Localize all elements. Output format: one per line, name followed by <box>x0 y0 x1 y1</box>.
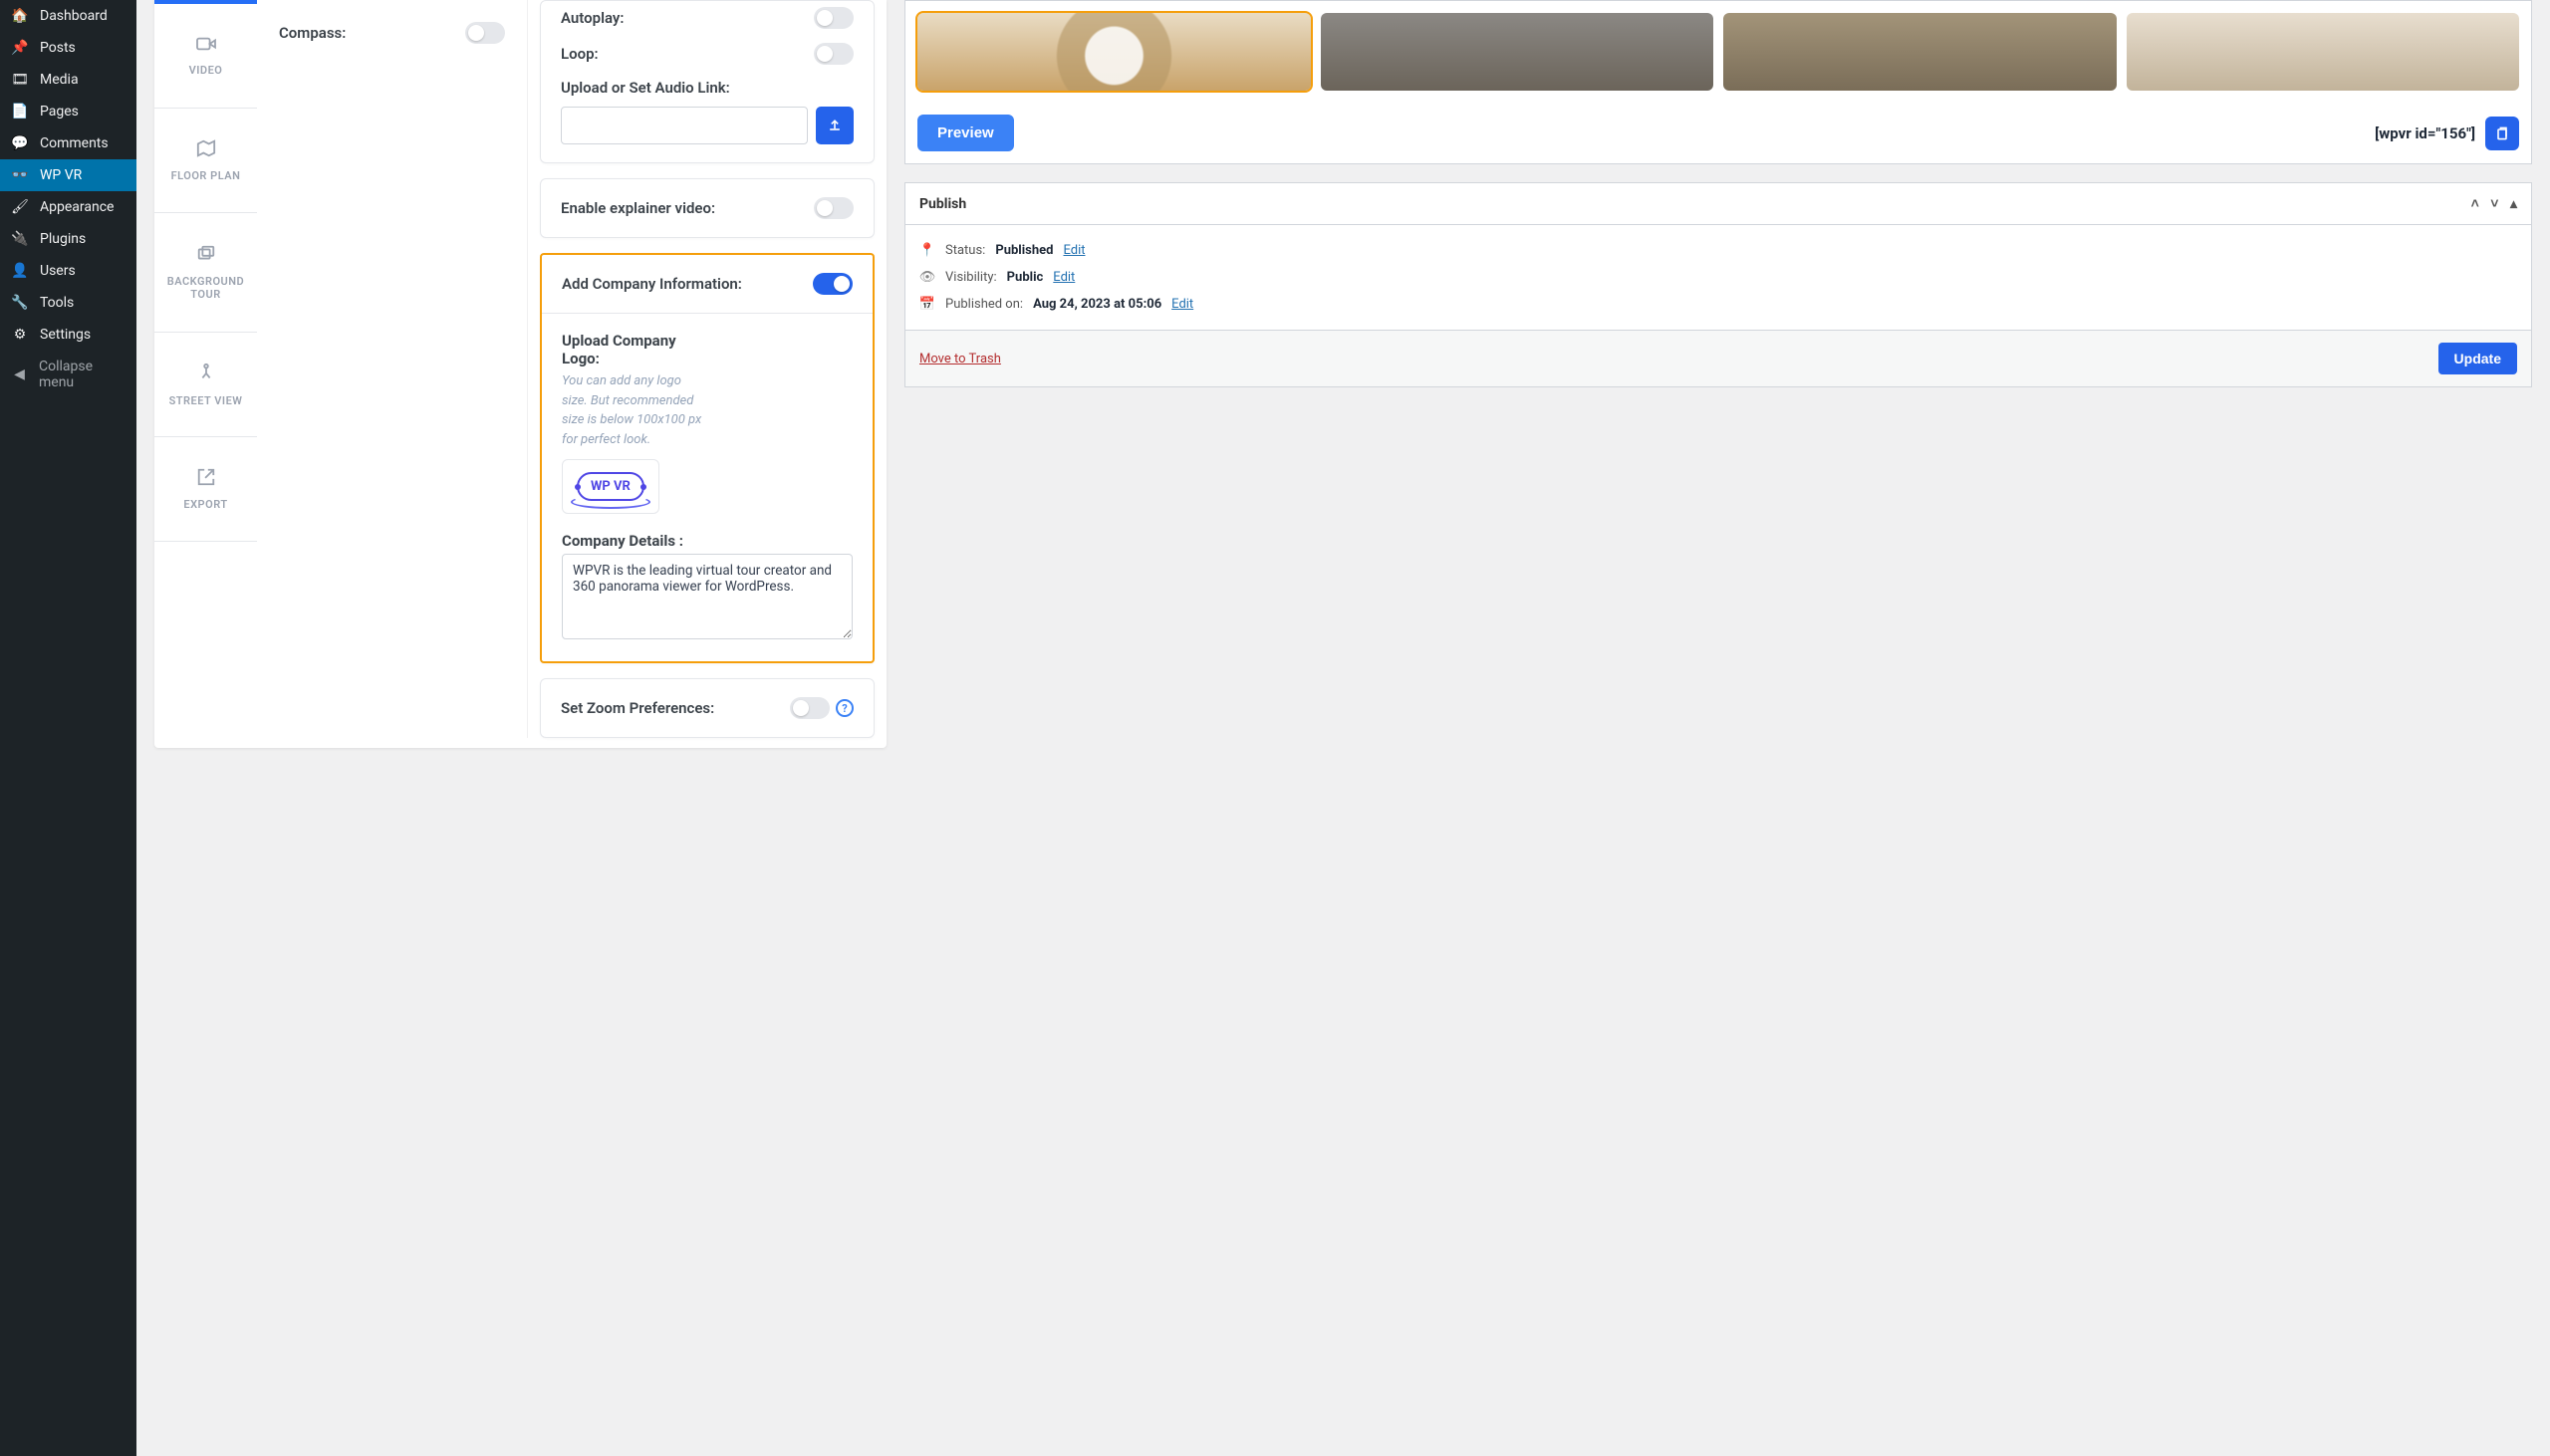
preview-button[interactable]: Preview <box>917 115 1014 151</box>
wp-admin-sidebar: 🏠Dashboard 📌Posts 🎞Media 📄Pages 💬Comment… <box>0 0 136 1456</box>
comments-icon: 💬 <box>10 135 30 151</box>
compass-toggle[interactable] <box>465 22 505 44</box>
tools-icon: 🔧 <box>10 295 30 311</box>
pin-icon: 📍 <box>919 243 935 258</box>
upload-audio-button[interactable] <box>816 107 854 144</box>
company-logo-preview[interactable]: WP VR <box>562 459 659 514</box>
update-button[interactable]: Update <box>2438 343 2517 374</box>
company-details-textarea[interactable] <box>562 554 853 639</box>
menu-posts[interactable]: 📌Posts <box>0 32 136 64</box>
users-icon: 👤 <box>10 263 30 279</box>
media-icon: 🎞 <box>10 72 30 88</box>
vtab-street-view[interactable]: STREET VIEW <box>154 333 257 437</box>
preview-panel: Preview [wpvr id="156"] <box>904 0 2532 164</box>
plugin-icon: 🔌 <box>10 231 30 247</box>
scene-thumb-4[interactable] <box>2127 13 2520 91</box>
loop-toggle[interactable] <box>814 43 854 65</box>
autoplay-toggle[interactable] <box>814 7 854 29</box>
visibility-edit-link[interactable]: Edit <box>1053 270 1075 285</box>
company-info-label: Add Company Information: <box>562 275 742 293</box>
pages-icon: 📄 <box>10 104 30 120</box>
menu-plugins[interactable]: 🔌Plugins <box>0 223 136 255</box>
menu-wpvr[interactable]: 👓WP VR <box>0 159 136 191</box>
collapse-icon: ◀ <box>10 366 29 382</box>
compass-label: Compass: <box>279 24 346 42</box>
vtab-export[interactable]: EXPORT <box>154 437 257 542</box>
explainer-card: Enable explainer video: <box>540 178 875 238</box>
settings-icon: ⚙ <box>10 327 30 343</box>
panel-collapse-icon[interactable]: ▴ <box>2510 196 2517 212</box>
move-to-trash-link[interactable]: Move to Trash <box>919 352 1001 366</box>
calendar-icon: 📅 <box>919 297 935 312</box>
status-value: Published <box>995 243 1053 258</box>
menu-pages[interactable]: 📄Pages <box>0 96 136 127</box>
scene-thumb-1[interactable] <box>917 13 1311 91</box>
zoom-toggle[interactable] <box>790 697 830 719</box>
publish-panel: Publish ˄ ˅ ▴ 📍 Status: Published Edit <box>904 182 2532 387</box>
published-on-value: Aug 24, 2023 at 05:06 <box>1033 297 1161 312</box>
tour-editor-panel: VIDEO FLOOR PLAN BACKGROUND TOUR <box>154 0 887 748</box>
panel-up-icon[interactable]: ˄ <box>2471 196 2479 212</box>
audio-card: Autoplay: Loop: Upload or Set Audio Link… <box>540 0 875 163</box>
layers-icon <box>195 244 217 267</box>
panel-down-icon[interactable]: ˅ <box>2490 196 2498 212</box>
date-edit-link[interactable]: Edit <box>1171 297 1193 312</box>
menu-tools[interactable]: 🔧Tools <box>0 287 136 319</box>
visibility-value: Public <box>1007 270 1044 285</box>
copy-shortcode-button[interactable] <box>2485 117 2519 150</box>
explainer-label: Enable explainer video: <box>561 199 715 217</box>
published-on-label: Published on: <box>945 297 1023 312</box>
video-icon <box>195 35 217 56</box>
menu-appearance[interactable]: 🖌Appearance <box>0 191 136 223</box>
publish-title: Publish <box>919 196 966 212</box>
menu-dashboard[interactable]: 🏠Dashboard <box>0 0 136 32</box>
upload-logo-hint: You can add any logo size. But recommend… <box>562 371 706 449</box>
explainer-toggle[interactable] <box>814 197 854 219</box>
status-label: Status: <box>945 243 985 258</box>
menu-collapse[interactable]: ◀Collapse menu <box>0 351 136 398</box>
loop-label: Loop: <box>561 45 599 63</box>
pin-icon: 📌 <box>10 40 30 56</box>
vr-icon: 👓 <box>10 167 30 183</box>
dashboard-icon: 🏠 <box>10 8 30 24</box>
company-details-label: Company Details : <box>562 532 853 550</box>
vtab-floor-plan[interactable]: FLOOR PLAN <box>154 109 257 213</box>
shortcode-text: [wpvr id="156"] <box>2375 124 2475 142</box>
scene-thumb-2[interactable] <box>1321 13 1714 91</box>
export-icon <box>196 467 216 490</box>
status-edit-link[interactable]: Edit <box>1063 243 1085 258</box>
zoom-card: Set Zoom Preferences: ? <box>540 678 875 738</box>
company-info-toggle[interactable] <box>813 273 853 295</box>
streetview-icon <box>196 362 216 386</box>
scene-thumb-3[interactable] <box>1723 13 2117 91</box>
upload-audio-label: Upload or Set Audio Link: <box>561 79 854 97</box>
autoplay-label: Autoplay: <box>561 9 624 27</box>
company-info-card: Add Company Information: Upload Company … <box>540 253 875 663</box>
vtab-background-tour[interactable]: BACKGROUND TOUR <box>154 213 257 333</box>
visibility-label: Visibility: <box>945 270 997 285</box>
brush-icon: 🖌 <box>10 199 30 215</box>
help-icon[interactable]: ? <box>836 699 854 717</box>
vtab-video[interactable]: VIDEO <box>154 4 257 109</box>
audio-link-input[interactable] <box>561 107 808 144</box>
menu-users[interactable]: 👤Users <box>0 255 136 287</box>
menu-comments[interactable]: 💬Comments <box>0 127 136 159</box>
eye-icon: 👁 <box>919 270 935 285</box>
menu-settings[interactable]: ⚙Settings <box>0 319 136 351</box>
menu-media[interactable]: 🎞Media <box>0 64 136 96</box>
zoom-label: Set Zoom Preferences: <box>561 699 714 717</box>
map-icon <box>195 138 217 161</box>
upload-logo-label: Upload Company Logo: <box>562 332 701 367</box>
